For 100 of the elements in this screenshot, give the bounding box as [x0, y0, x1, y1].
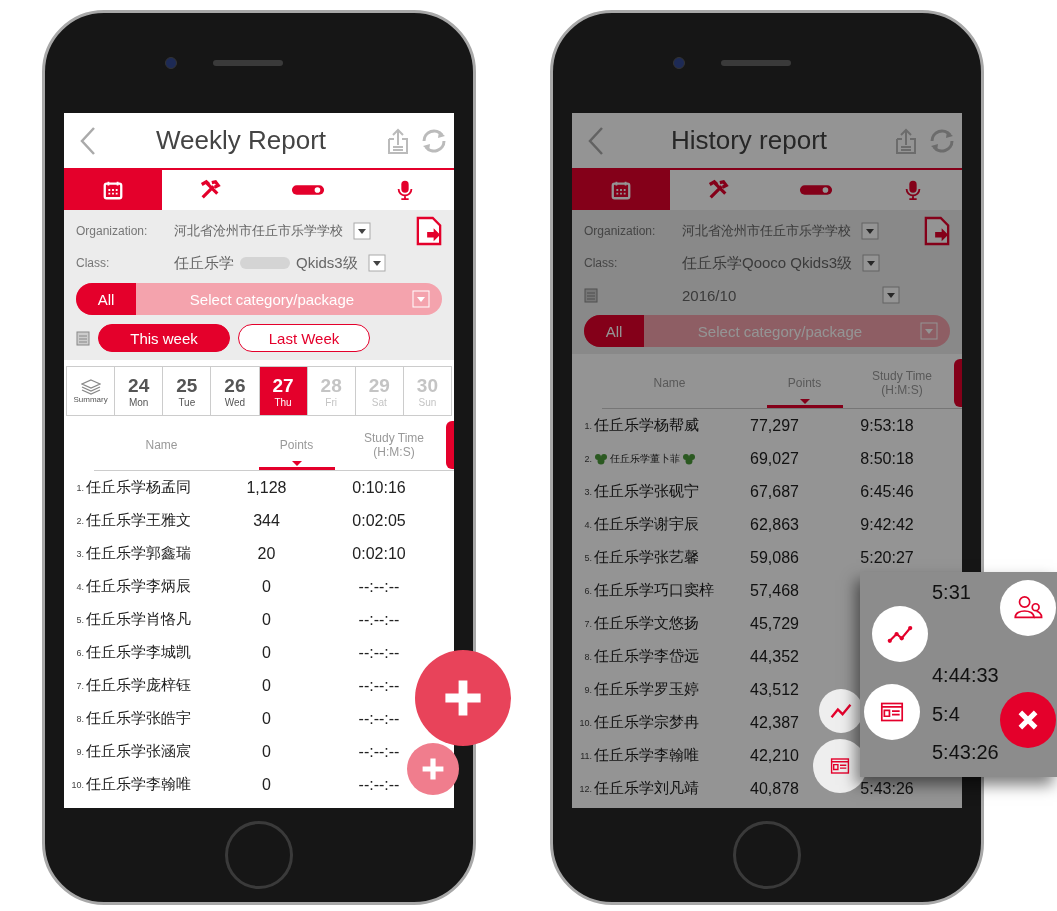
student-name: 任丘乐学李岱远 [594, 647, 699, 666]
rank-number: 9. [75, 746, 85, 757]
study-time: 5:4 [932, 701, 960, 727]
student-name: 任丘乐学郭鑫瑞 [86, 544, 191, 563]
points-value: 1,128 [245, 478, 288, 497]
study-time: --:--:-- [357, 610, 401, 629]
points-value: 344 [252, 511, 281, 530]
study-time: 0:02:05 [351, 511, 407, 530]
calendar-icon [101, 179, 124, 201]
dropdown-icon[interactable] [353, 222, 371, 240]
points-value: 45,729 [749, 614, 800, 633]
speaker-slot [213, 60, 283, 66]
report-button[interactable] [864, 684, 920, 740]
student-name: 任丘乐学李炳辰 [86, 577, 191, 596]
tools-icon [199, 179, 222, 201]
calendar-tab[interactable] [572, 170, 670, 210]
class-value: Qkids3级 [296, 253, 358, 273]
day-tab[interactable]: 27 Thu [259, 367, 308, 415]
camera-dot [165, 57, 177, 69]
camera-dot [673, 57, 685, 69]
student-name: 任丘乐学杨帮威 [594, 416, 699, 435]
dropdown-icon[interactable] [861, 222, 879, 240]
study-time: 6:45:46 [859, 482, 915, 501]
column-header[interactable]: Name [145, 438, 178, 452]
rank-number: 2. [75, 515, 85, 526]
student-name: 任丘乐学罗玉婷 [594, 680, 699, 699]
organization-label: Organization: [584, 224, 657, 238]
toggle-icon [798, 183, 833, 197]
study-time: 9:42:42 [859, 515, 915, 534]
points-value: 0 [261, 775, 272, 794]
student-name: 任丘乐学王雅文 [86, 511, 191, 530]
organization-label: Organization: [76, 224, 149, 238]
rank-number: 1. [75, 482, 85, 493]
student-name: 任丘乐学肖恪凡 [86, 610, 191, 629]
clover-icon [594, 452, 608, 465]
rank-number: 2. [583, 453, 593, 464]
class-value: 任丘乐学Qooco Qkids3级 [682, 253, 853, 273]
points-value: 59,086 [749, 548, 800, 567]
screen-title: Weekly Report [155, 125, 327, 156]
class-label: Class: [584, 256, 619, 270]
all-button[interactable]: All [584, 315, 644, 347]
study-time: --:--:-- [357, 676, 401, 695]
study-time: 5:43:26 [859, 779, 915, 798]
study-time: 5:43:26 [932, 740, 999, 766]
student-name: 任丘乐学巧口窦梓 [594, 581, 714, 600]
rank-number: 5. [583, 552, 593, 563]
column-header[interactable]: Study Time (H:M:S) [364, 431, 424, 459]
export-document-icon[interactable] [924, 216, 950, 246]
points-value: 43,512 [749, 680, 800, 699]
points-value: 0 [261, 577, 272, 596]
people-button[interactable] [1000, 580, 1056, 636]
study-time: 5:31 [932, 580, 971, 605]
all-button[interactable]: All [76, 283, 136, 315]
points-value: 0 [261, 709, 272, 728]
study-time: 0:10:16 [351, 478, 407, 497]
points-value: 69,027 [749, 449, 800, 468]
points-value: 0 [261, 676, 272, 695]
rank-number: 12. [578, 783, 593, 794]
column-header[interactable]: Study Time (H:M:S) [872, 369, 932, 397]
week-button[interactable]: This week [98, 324, 230, 352]
rank-number: 3. [75, 548, 85, 559]
clover-icon [682, 452, 696, 465]
trend-button[interactable] [872, 606, 928, 662]
rank-number: 8. [583, 651, 593, 662]
student-name: 任丘乐学谢宇辰 [594, 515, 699, 534]
rank-number: 10. [578, 717, 593, 728]
study-time: 0:02:10 [351, 544, 407, 563]
category-select[interactable]: Select category/package [136, 289, 408, 309]
organization-value: 河北省沧州市任丘市乐学学校 [174, 222, 343, 240]
student-name: 任丘乐学张砚宁 [594, 482, 699, 501]
dropdown-icon[interactable] [882, 286, 900, 304]
calendar-icon [76, 330, 90, 346]
dropdown-icon[interactable] [367, 254, 386, 272]
organization-value: 河北省沧州市任丘市乐学学校 [682, 222, 851, 240]
calendar-tab[interactable] [64, 170, 162, 210]
points-value: 0 [261, 742, 272, 761]
rank-number: 6. [583, 585, 593, 596]
study-time: 8:50:18 [859, 449, 915, 468]
column-header[interactable]: Points [787, 376, 822, 390]
column-header[interactable]: Points [279, 438, 314, 452]
study-time: --:--:-- [357, 742, 401, 761]
close-button[interactable] [1000, 692, 1056, 748]
points-value: 67,687 [749, 482, 800, 501]
rank-number: 7. [583, 618, 593, 629]
points-value: 44,352 [749, 647, 800, 666]
dropdown-icon[interactable] [862, 254, 881, 272]
column-header[interactable]: Name [653, 376, 686, 390]
study-time: --:--:-- [357, 709, 401, 728]
study-time: 4:44:33 [932, 662, 999, 688]
line-chart-icon [830, 703, 852, 719]
points-value: 0 [261, 610, 272, 629]
week-button[interactable]: Last Week [238, 324, 370, 352]
points-value: 57,468 [749, 581, 800, 600]
points-value: 42,387 [749, 713, 800, 732]
student-name: 任丘乐学李翰唯 [594, 746, 699, 765]
export-document-icon[interactable] [416, 216, 442, 246]
rank-number: 3. [583, 486, 593, 497]
student-name: 任丘乐学宗梦冉 [594, 713, 699, 732]
student-name: 任丘乐学杨孟同 [86, 478, 191, 497]
points-value: 20 [256, 544, 277, 563]
